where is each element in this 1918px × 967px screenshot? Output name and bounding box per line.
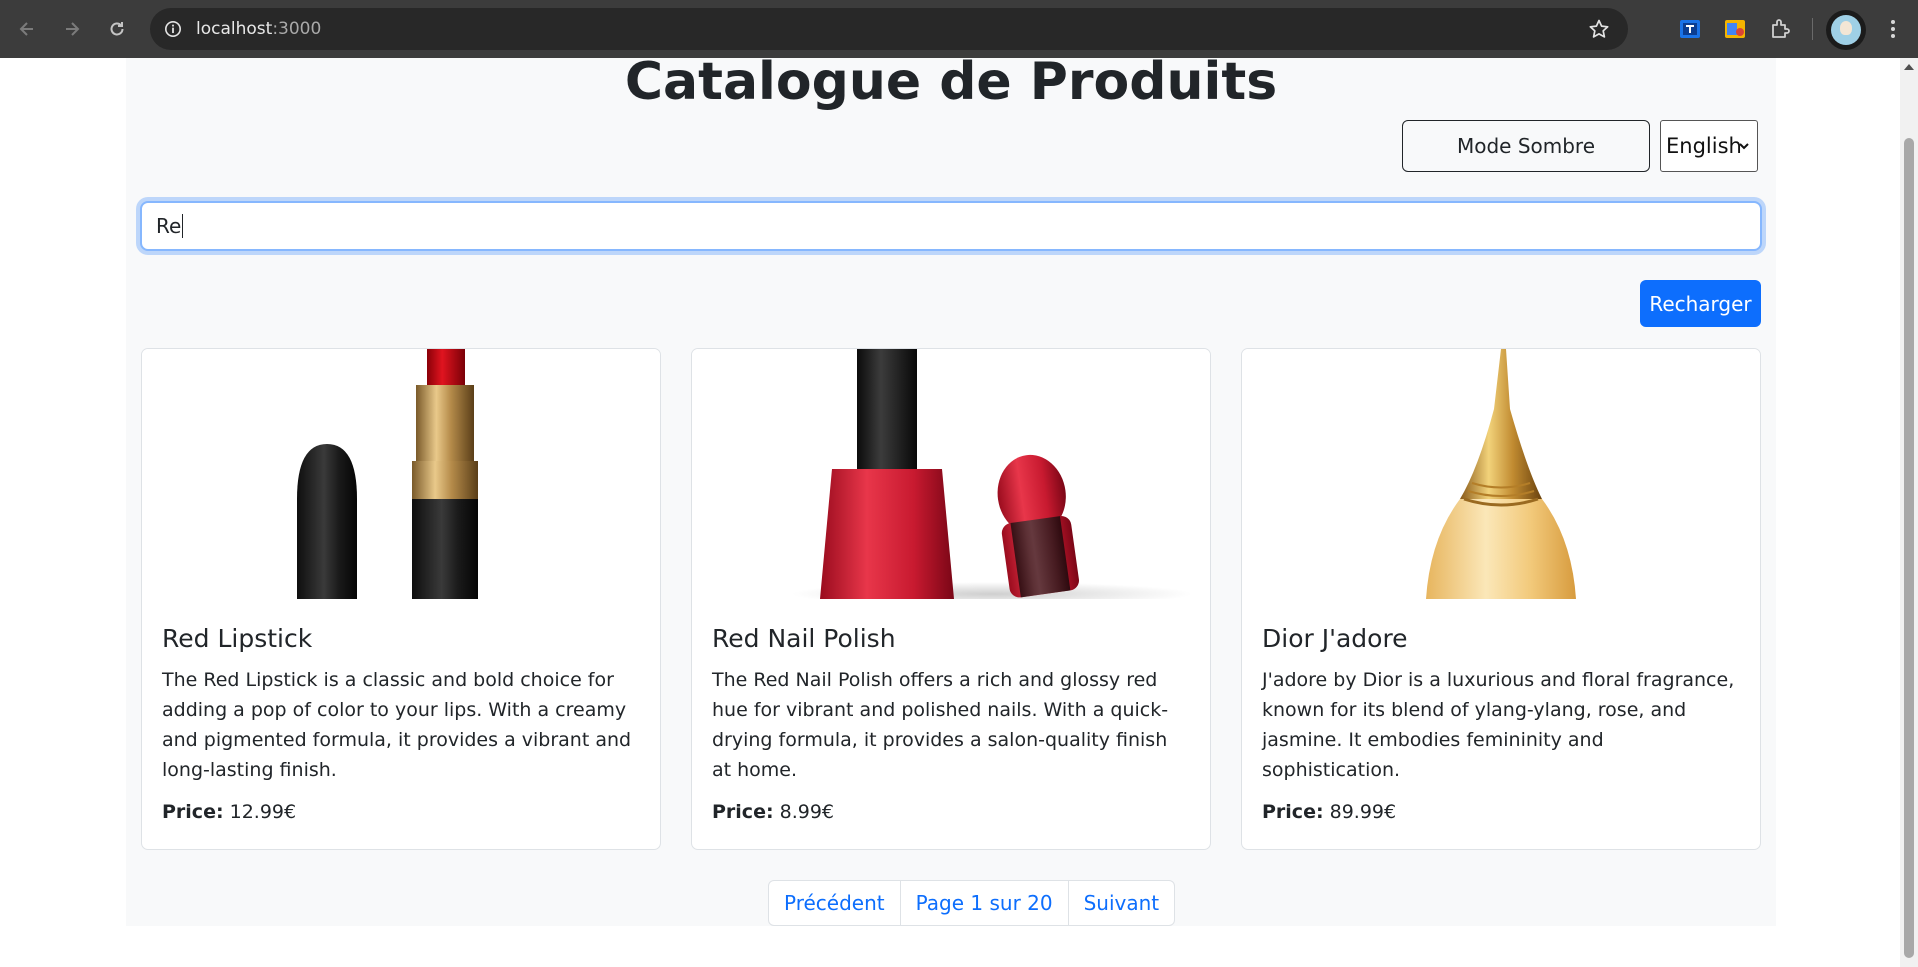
- price-value: 8.99€: [779, 801, 835, 823]
- extension-photo-icon[interactable]: [1722, 16, 1748, 42]
- extension-translate-icon[interactable]: [1677, 16, 1703, 42]
- profile-avatar[interactable]: [1826, 10, 1866, 50]
- product-image-perfume: [1242, 349, 1760, 599]
- product-description: The Red Lipstick is a classic and bold c…: [162, 669, 632, 781]
- language-select-value: English: [1666, 134, 1742, 158]
- page-viewport: Catalogue de Produits Mode Sombre Englis…: [0, 58, 1900, 967]
- product-description: The Red Nail Polish offers a rich and gl…: [712, 669, 1169, 781]
- page-title: Catalogue de Produits: [624, 58, 1278, 112]
- product-card-body: Red Nail Polish The Red Nail Polish offe…: [712, 623, 1192, 823]
- arrow-left-icon: [19, 22, 33, 36]
- language-select[interactable]: English: [1660, 120, 1758, 172]
- extensions-puzzle-icon[interactable]: [1768, 16, 1794, 42]
- url-port: :3000: [272, 19, 322, 39]
- back-button[interactable]: [9, 11, 45, 47]
- product-price: Price: 12.99€: [162, 801, 642, 823]
- bookmark-star-icon[interactable]: [1588, 18, 1610, 40]
- price-label: Price:: [1262, 801, 1324, 823]
- product-image-nail-polish: [692, 349, 1210, 599]
- product-card: Red Lipstick The Red Lipstick is a class…: [141, 348, 661, 850]
- price-label: Price:: [712, 801, 774, 823]
- current-page-indicator[interactable]: Page 1 sur 20: [901, 881, 1069, 925]
- url-text: localhost:3000: [196, 19, 321, 39]
- product-description: J'adore by Dior is a luxurious and flora…: [1262, 669, 1735, 781]
- arrow-right-icon: [66, 22, 80, 36]
- product-price: Price: 8.99€: [712, 801, 1192, 823]
- reload-button[interactable]: Recharger: [1640, 280, 1761, 327]
- price-value: 89.99€: [1329, 801, 1397, 823]
- next-page-button[interactable]: Suivant: [1069, 881, 1175, 925]
- search-input-value: Re: [156, 214, 182, 238]
- url-host: localhost: [196, 19, 273, 39]
- dark-mode-button[interactable]: Mode Sombre: [1402, 120, 1650, 172]
- catalog-container: Catalogue de Produits Mode Sombre Englis…: [126, 58, 1776, 926]
- product-image-lipstick: [142, 349, 660, 599]
- product-price: Price: 89.99€: [1262, 801, 1742, 823]
- product-card: Dior J'adore J'adore by Dior is a luxuri…: [1241, 348, 1761, 850]
- chevron-down-icon: [1739, 143, 1749, 150]
- forward-button[interactable]: [54, 11, 90, 47]
- toolbar-separator: [1812, 18, 1813, 40]
- scrollbar-thumb[interactable]: [1904, 138, 1914, 958]
- product-name: Red Lipstick: [162, 624, 313, 653]
- product-card-body: Dior J'adore J'adore by Dior is a luxuri…: [1262, 623, 1742, 823]
- pagination: Précédent Page 1 sur 20 Suivant: [768, 880, 1176, 926]
- refresh-icon: [110, 22, 124, 36]
- price-label: Price:: [162, 801, 224, 823]
- vertical-scrollbar[interactable]: [1900, 58, 1918, 967]
- browser-toolbar: localhost:3000: [0, 0, 1918, 58]
- site-info-icon[interactable]: [162, 18, 184, 40]
- reload-page-button[interactable]: [99, 11, 135, 47]
- scroll-up-arrow-icon[interactable]: [1904, 64, 1914, 70]
- text-cursor: [182, 214, 184, 238]
- product-name: Red Nail Polish: [712, 624, 896, 653]
- price-value: 12.99€: [229, 801, 297, 823]
- product-name: Dior J'adore: [1262, 624, 1408, 653]
- more-menu-icon[interactable]: [1880, 16, 1906, 42]
- previous-page-button[interactable]: Précédent: [769, 881, 901, 925]
- product-card-body: Red Lipstick The Red Lipstick is a class…: [162, 623, 642, 823]
- search-input[interactable]: Re: [140, 201, 1762, 251]
- address-bar[interactable]: localhost:3000: [150, 8, 1628, 50]
- product-card: Red Nail Polish The Red Nail Polish offe…: [691, 348, 1211, 850]
